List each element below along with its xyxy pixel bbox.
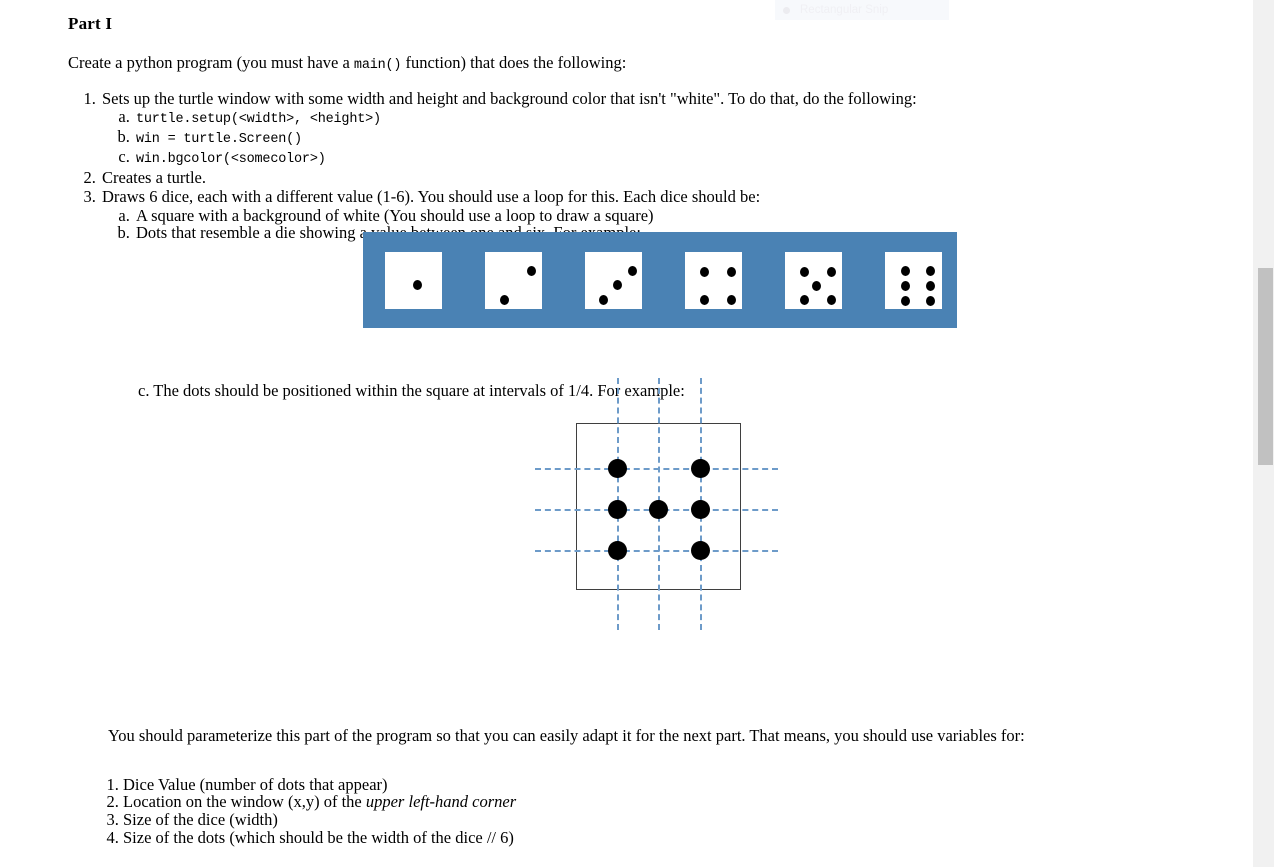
die-face-4 <box>685 252 742 309</box>
variable-2-text: Location on the window (x,y) of the <box>123 792 366 812</box>
die-face-5 <box>785 252 842 309</box>
parameterize-paragraph: You should parameterize this part of the… <box>108 726 1025 746</box>
diagram-horizontal-gridline <box>535 468 778 470</box>
part-1-steps: Sets up the turtle window with some widt… <box>68 89 1228 242</box>
step-2-text: Creates a turtle. <box>102 168 206 188</box>
die-pip <box>800 267 809 277</box>
vertical-scrollbar-track[interactable] <box>1253 0 1274 867</box>
variable-item-3: Size of the dice (width) <box>123 811 1228 829</box>
die-pip <box>901 266 910 276</box>
code-win-bgcolor: win.bgcolor(<somecolor>) <box>136 152 326 168</box>
die-face-2 <box>485 252 542 309</box>
diagram-horizontal-gridline <box>535 550 778 552</box>
variable-item-4: Size of the dots (which should be the wi… <box>123 829 1228 847</box>
die-pip <box>812 281 821 291</box>
intro-text-after: function) that does the following: <box>401 53 627 72</box>
diagram-dot <box>690 499 710 519</box>
vertical-scrollbar-thumb[interactable] <box>1258 268 1273 465</box>
die-pip <box>800 295 809 305</box>
diagram-dot <box>690 458 710 478</box>
die-pip <box>413 280 422 290</box>
die-pip <box>827 295 836 305</box>
substep-1a: turtle.setup(<width>, <height>) <box>134 108 1228 128</box>
variable-item-2: Location on the window (x,y) of the uppe… <box>123 793 1228 811</box>
die-pip <box>926 296 935 306</box>
intro-text-before: Create a python program (you must have a <box>68 53 354 72</box>
snip-mode-icon <box>783 6 790 14</box>
step-2: Creates a turtle. <box>100 168 1228 187</box>
step-1: Sets up the turtle window with some widt… <box>100 89 1228 168</box>
die-face-6 <box>885 252 942 309</box>
diagram-dot <box>607 540 627 560</box>
die-face-1 <box>385 252 442 309</box>
diagram-dot <box>607 458 627 478</box>
diagram-dot <box>648 499 668 519</box>
variable-2-emphasis: upper left-hand corner <box>365 792 517 812</box>
die-pip <box>926 281 935 291</box>
dot-placement-diagram <box>530 378 790 630</box>
die-pip <box>599 295 608 305</box>
die-pip <box>727 295 736 305</box>
step-3-text: Draws 6 dice, each with a different valu… <box>102 187 761 207</box>
diagram-dot <box>607 499 627 519</box>
document-page: Rectangular Snip Part I Create a python … <box>0 0 1253 867</box>
intro-code-main: main() <box>353 58 402 73</box>
variables-list: Dice Value (number of dots that appear) … <box>68 774 1228 847</box>
step-1-substeps: turtle.setup(<width>, <height>) win = tu… <box>102 108 1228 168</box>
die-face-3 <box>585 252 642 309</box>
die-pip <box>926 266 935 276</box>
part-1-intro: Create a python program (you must have a… <box>68 53 1228 75</box>
die-pip <box>901 281 910 291</box>
variable-4-text: Size of the dots (which should be the wi… <box>123 828 514 847</box>
step-1-text: Sets up the turtle window with some widt… <box>102 89 917 108</box>
part-1-heading: Part I <box>68 14 113 33</box>
diagram-dot <box>690 540 710 560</box>
die-pip <box>613 280 622 290</box>
die-pip <box>500 295 509 305</box>
die-pip <box>700 267 709 277</box>
die-pip <box>527 266 536 276</box>
code-turtle-setup: turtle.setup(<width>, <height>) <box>136 112 381 128</box>
variable-3-text: Size of the dice (width) <box>123 810 278 830</box>
die-pip <box>700 295 709 305</box>
die-pip <box>727 267 736 277</box>
substep-3a: A square with a background of white (You… <box>134 207 1228 225</box>
die-pip <box>827 267 836 277</box>
substep-1b: win = turtle.Screen() <box>134 128 1228 148</box>
variable-item-1: Dice Value (number of dots that appear) <box>123 774 1228 794</box>
die-pip <box>901 296 910 306</box>
code-turtle-screen: win = turtle.Screen() <box>136 132 302 148</box>
die-pip <box>628 266 637 276</box>
substep-1c: win.bgcolor(<somecolor>) <box>134 148 1228 168</box>
variable-1-text: Dice Value (number of dots that appear) <box>123 774 388 794</box>
dice-example-banner <box>363 232 957 328</box>
